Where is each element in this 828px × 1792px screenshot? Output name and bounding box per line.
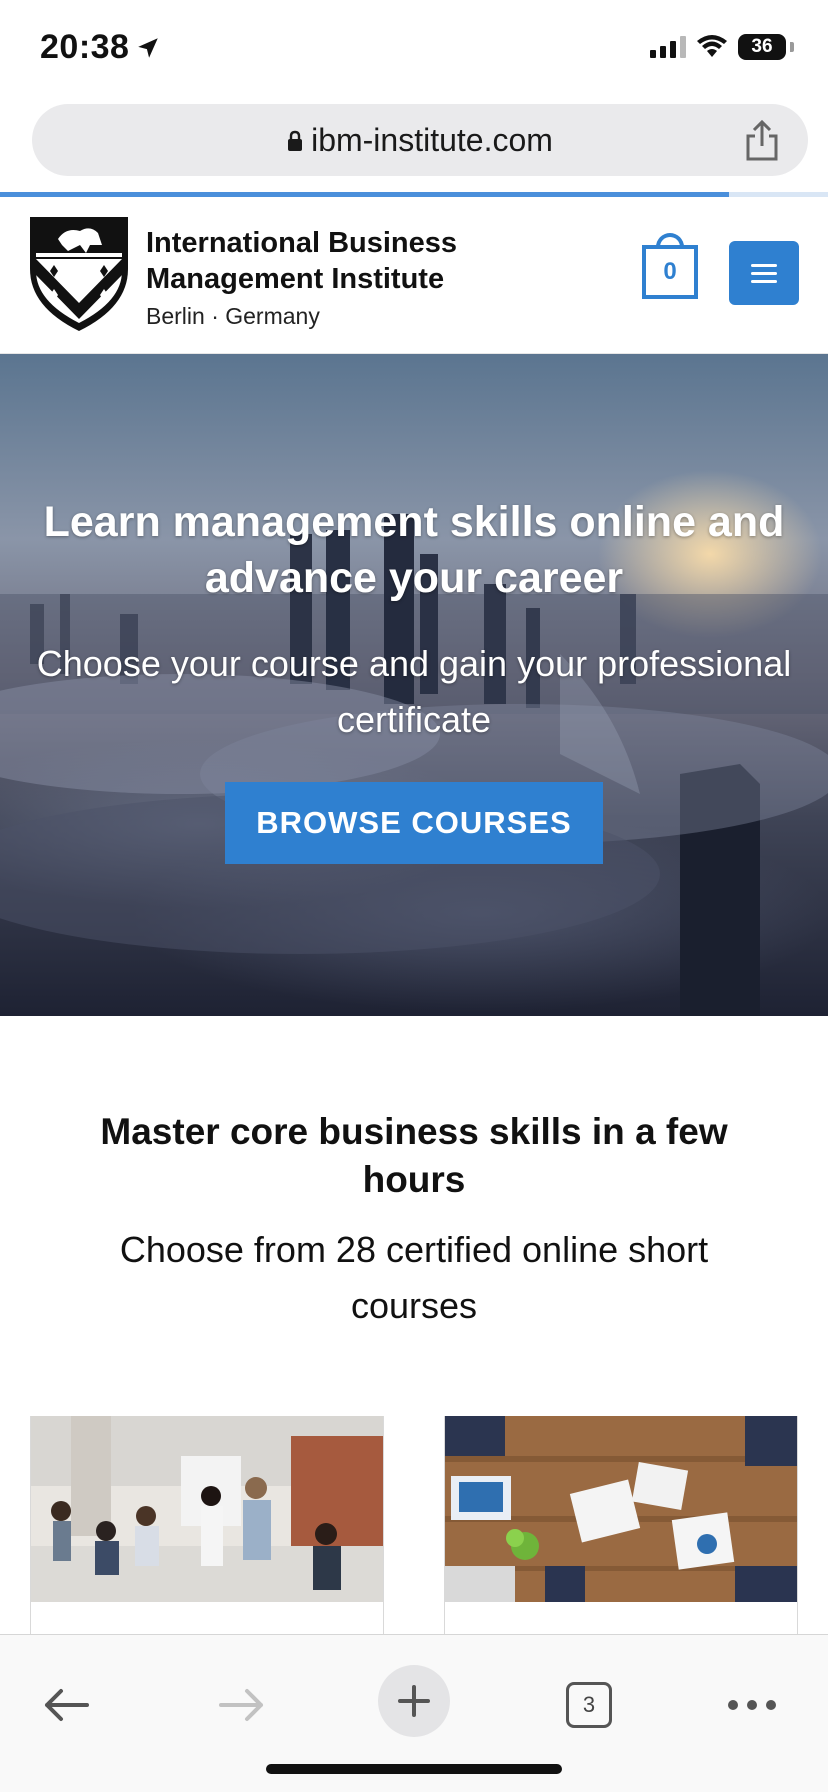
hero-subtitle: Choose your course and gain your profess… [36, 643, 792, 740]
cart-button[interactable]: 0 [642, 233, 698, 299]
plus-icon [398, 1685, 430, 1717]
section-subtitle: Choose from 28 certified online short co… [119, 1229, 709, 1326]
institute-crest-logo[interactable] [28, 215, 130, 333]
url-display[interactable]: ibm-institute.com [32, 122, 808, 159]
hamburger-menu-button[interactable] [729, 241, 799, 305]
battery-level: 36 [751, 36, 773, 57]
more-icon [728, 1700, 738, 1710]
course-image-team-meeting[interactable] [31, 1416, 383, 1602]
brand-location: Berlin · Germany [146, 303, 320, 329]
brand-name[interactable]: International Business Management Instit… [146, 225, 457, 330]
back-arrow-icon [45, 1689, 89, 1721]
section-title: Master core business skills in a few hou… [100, 1111, 728, 1200]
hero-title: Learn management skills online and advan… [43, 498, 785, 602]
tabs-button[interactable]: 3 [562, 1675, 616, 1735]
lock-icon [288, 130, 303, 151]
share-icon[interactable] [742, 118, 782, 162]
course-card[interactable] [30, 1416, 384, 1636]
tab-count: 3 [582, 1692, 596, 1717]
battery-cap [790, 42, 794, 52]
url-text: ibm-institute.com [311, 122, 553, 158]
hero-banner: Learn management skills online and advan… [0, 354, 828, 1016]
menu-icon [751, 263, 777, 267]
forward-arrow-icon [219, 1689, 263, 1721]
signal-icon [650, 36, 686, 58]
brand-line1: International Business [146, 227, 458, 259]
course-image-desk-documents[interactable] [445, 1416, 797, 1602]
new-tab-button[interactable] [378, 1665, 450, 1737]
time-label: 20:38 [40, 28, 130, 66]
status-icons: 36 [650, 34, 794, 60]
home-indicator [266, 1764, 562, 1774]
tabs-icon: 3 [566, 1682, 612, 1728]
status-time: 20:38 [40, 28, 161, 67]
status-bar: 20:38 36 [0, 0, 828, 96]
address-bar[interactable]: ibm-institute.com [32, 104, 808, 176]
more-button[interactable] [722, 1675, 782, 1735]
course-card[interactable] [444, 1416, 798, 1636]
hero-content: Learn management skills online and advan… [0, 354, 828, 1016]
site-header: International Business Management Instit… [0, 197, 828, 354]
cart-count: 0 [642, 245, 698, 299]
wifi-icon [697, 35, 727, 57]
browse-courses-button[interactable]: BROWSE COURSES [225, 782, 603, 864]
brand-line2: Management Institute [146, 263, 445, 295]
location-arrow-icon [138, 37, 159, 58]
battery-icon: 36 [738, 34, 786, 60]
forward-button[interactable] [210, 1675, 274, 1735]
back-button[interactable] [34, 1675, 98, 1735]
